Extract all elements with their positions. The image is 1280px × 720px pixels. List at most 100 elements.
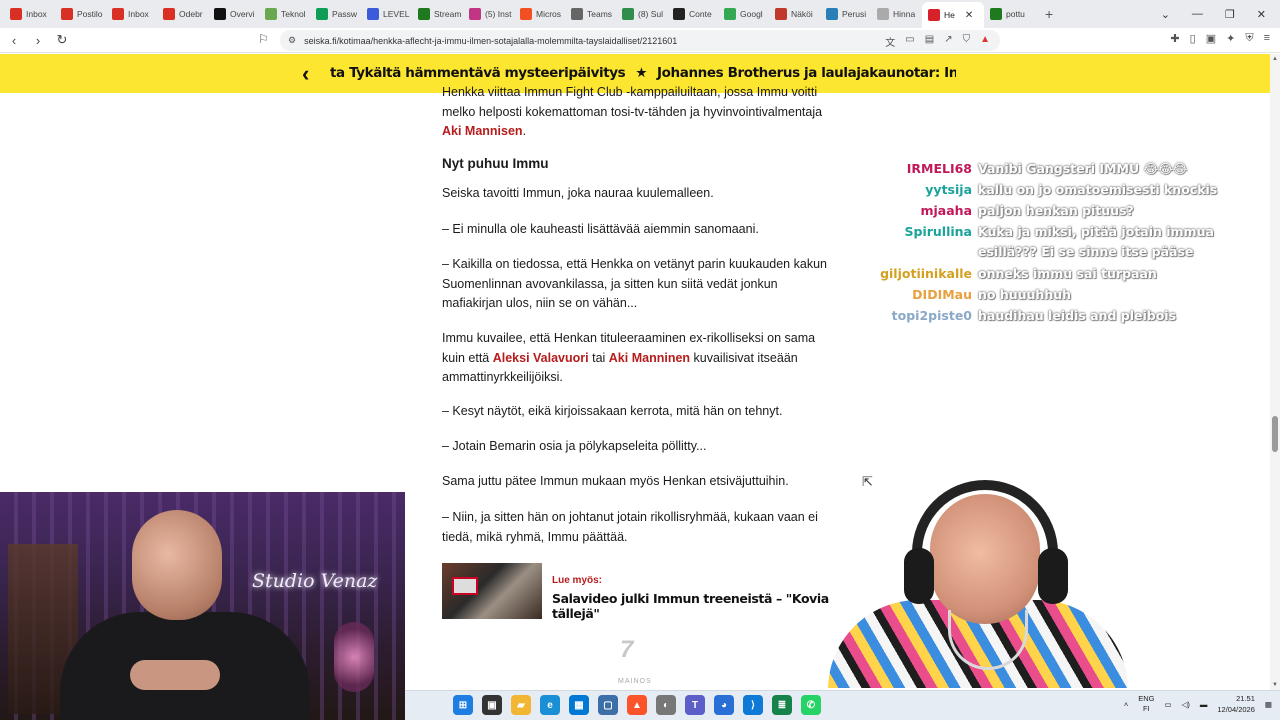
tab-19[interactable]: pottu xyxy=(984,2,1035,26)
taskbar-clock[interactable]: 21.51 12/04/2026 xyxy=(1217,693,1255,715)
rewards-icon[interactable]: ▲ xyxy=(980,34,990,49)
back-icon[interactable]: ‹ xyxy=(4,33,24,48)
task-view-icon[interactable]: ▣ xyxy=(482,695,502,715)
share-icon[interactable]: ↗ xyxy=(944,34,952,49)
tab-13[interactable]: Conte xyxy=(667,2,718,26)
chat-username: mjaaha xyxy=(920,203,972,218)
tab-label: Googl xyxy=(740,9,763,19)
tab-6[interactable]: Passw xyxy=(310,2,361,26)
close-tab-icon[interactable]: ✕ xyxy=(965,10,973,21)
site-info-icon[interactable]: ⚙ xyxy=(288,35,296,46)
cast-icon[interactable]: ▭ xyxy=(905,34,914,49)
tab-18[interactable]: He ✕ xyxy=(922,2,984,28)
app-icon xyxy=(622,8,634,20)
tab-8[interactable]: Stream xyxy=(412,2,463,26)
chat-message: Spirullina Kuka ja miksi, pitää jotain im… xyxy=(860,222,1214,242)
extensions-icon[interactable]: ✚ xyxy=(1170,32,1179,45)
tab-7[interactable]: LEVEL xyxy=(361,2,412,26)
app-icon[interactable]: ◕ xyxy=(714,695,734,715)
browser-toolbar: ‹ › ↻ ⚐ ⚙ seiska.fi/kotimaa/henkka-aflec… xyxy=(0,28,1280,53)
file-explorer-icon[interactable]: ▰ xyxy=(511,695,531,715)
shopify-icon xyxy=(265,8,277,20)
network-icon[interactable]: ▭ xyxy=(1165,700,1172,709)
sheets-icon xyxy=(316,8,328,20)
translate-icon[interactable]: 文 xyxy=(885,34,895,49)
tab-11[interactable]: Teams xyxy=(565,2,616,26)
tab-17[interactable]: Hinna xyxy=(871,2,922,26)
start-button-icon[interactable]: ⊞ xyxy=(453,695,473,715)
tab-14[interactable]: Googl xyxy=(718,2,769,26)
edge-icon[interactable]: e xyxy=(540,695,560,715)
brave-shield-icon[interactable]: ⛉ xyxy=(963,34,971,49)
teams-icon xyxy=(571,8,583,20)
forward-icon[interactable]: › xyxy=(28,33,48,48)
page-scrollbar[interactable]: ▲ ▼ xyxy=(1270,54,1280,690)
new-tab-button[interactable]: + xyxy=(1035,6,1063,22)
maximize-button[interactable]: ❐ xyxy=(1225,8,1235,21)
scroll-down-icon[interactable]: ▼ xyxy=(1272,682,1278,688)
tab-label: He xyxy=(944,10,955,20)
microsoft-icon xyxy=(520,8,532,20)
tab-9[interactable]: (5) Inst xyxy=(463,2,514,26)
app-icon[interactable]: ◐ xyxy=(656,695,676,715)
sidebar-toggle-icon[interactable]: ▯ xyxy=(1190,32,1196,45)
chat-message: mjaaha paljon henkan pituus? xyxy=(860,201,1133,221)
scroll-up-icon[interactable]: ▲ xyxy=(1272,56,1278,62)
address-bar[interactable]: ⚙ seiska.fi/kotimaa/henkka-aflecht-ja-im… xyxy=(280,30,1000,51)
tab-16[interactable]: Perusi xyxy=(820,2,871,26)
app-icon[interactable]: ≣ xyxy=(772,695,792,715)
chat-username: giljotiinikalle xyxy=(880,266,972,281)
tab-12[interactable]: (8) Sul xyxy=(616,2,667,26)
webcam-host-left: Studio Venaz xyxy=(0,492,405,720)
tab-search-icon[interactable]: ⌄ xyxy=(1161,8,1170,21)
tab-10[interactable]: Micros xyxy=(514,2,565,26)
person-link[interactable]: Aki Manninen xyxy=(609,351,690,365)
tab-label: Passw xyxy=(332,9,358,19)
gmail-icon xyxy=(61,8,73,20)
tab-3[interactable]: Odebr xyxy=(157,2,208,26)
leo-ai-icon[interactable]: ✦ xyxy=(1226,32,1235,45)
kick-icon xyxy=(990,8,1002,20)
whatsapp-icon[interactable]: ✆ xyxy=(801,695,821,715)
app-icon xyxy=(367,8,379,20)
wallet-icon[interactable]: ▣ xyxy=(1206,32,1216,45)
tab-4[interactable]: Overvi xyxy=(208,2,259,26)
bookmark-icon[interactable]: ⚐ xyxy=(258,32,269,46)
app-icon[interactable]: ▢ xyxy=(598,695,618,715)
seiska-icon xyxy=(928,9,940,21)
volume-icon[interactable]: ◁) xyxy=(1182,700,1190,709)
tray-chevron-icon[interactable]: ˄ xyxy=(1124,700,1128,709)
read-more-thumbnail[interactable] xyxy=(442,563,542,619)
tab-1[interactable]: Postilo xyxy=(55,2,106,26)
studio-neon-sign: Studio Venaz xyxy=(252,570,378,592)
person-link[interactable]: Aleksi Valavuori xyxy=(493,351,589,365)
chat-text: haudihau leidis and pleibois xyxy=(978,308,1177,323)
reload-icon[interactable]: ↻ xyxy=(52,32,72,48)
read-more-card[interactable]: Lue myös: Salavideo julki Immun treeneis… xyxy=(442,563,832,621)
person-link[interactable]: Aki Mannisen xyxy=(442,124,523,138)
battery-icon[interactable]: ▬ xyxy=(1200,700,1208,709)
notifications-icon[interactable]: ▦ xyxy=(1265,700,1272,709)
tab-0[interactable]: Inbox xyxy=(4,2,55,26)
tab-15[interactable]: Näköi xyxy=(769,2,820,26)
tab-label: Postilo xyxy=(77,9,103,19)
scroll-thumb[interactable] xyxy=(1272,416,1278,452)
tab-label: Inbox xyxy=(26,9,47,19)
read-more-title[interactable]: Salavideo julki Immun treeneistä – "Kovi… xyxy=(552,591,832,621)
reader-icon[interactable]: ▤ xyxy=(925,34,934,49)
tab-2[interactable]: Inbox xyxy=(106,2,157,26)
teams-icon[interactable]: T xyxy=(685,695,705,715)
chat-message: yytsija kallu on jo omatoemisesti knockis xyxy=(860,180,1217,200)
store-icon[interactable]: ▦ xyxy=(569,695,589,715)
close-window-button[interactable]: ✕ xyxy=(1257,8,1266,21)
menu-icon[interactable]: ≡ xyxy=(1264,32,1270,45)
tab-5[interactable]: Teknol xyxy=(259,2,310,26)
minimize-button[interactable]: — xyxy=(1192,8,1203,20)
language-indicator[interactable]: ENG FI xyxy=(1138,694,1154,714)
ticker-prev-icon[interactable]: ‹ xyxy=(302,61,309,87)
brave-icon[interactable]: ▲ xyxy=(627,695,647,715)
vpn-icon[interactable]: ⛨ xyxy=(1245,32,1253,45)
tab-label: Stream xyxy=(434,9,462,19)
article-paragraph: Sama juttu pätee Immun mukaan myös Henka… xyxy=(442,474,789,488)
vscode-icon[interactable]: ⟩ xyxy=(743,695,763,715)
